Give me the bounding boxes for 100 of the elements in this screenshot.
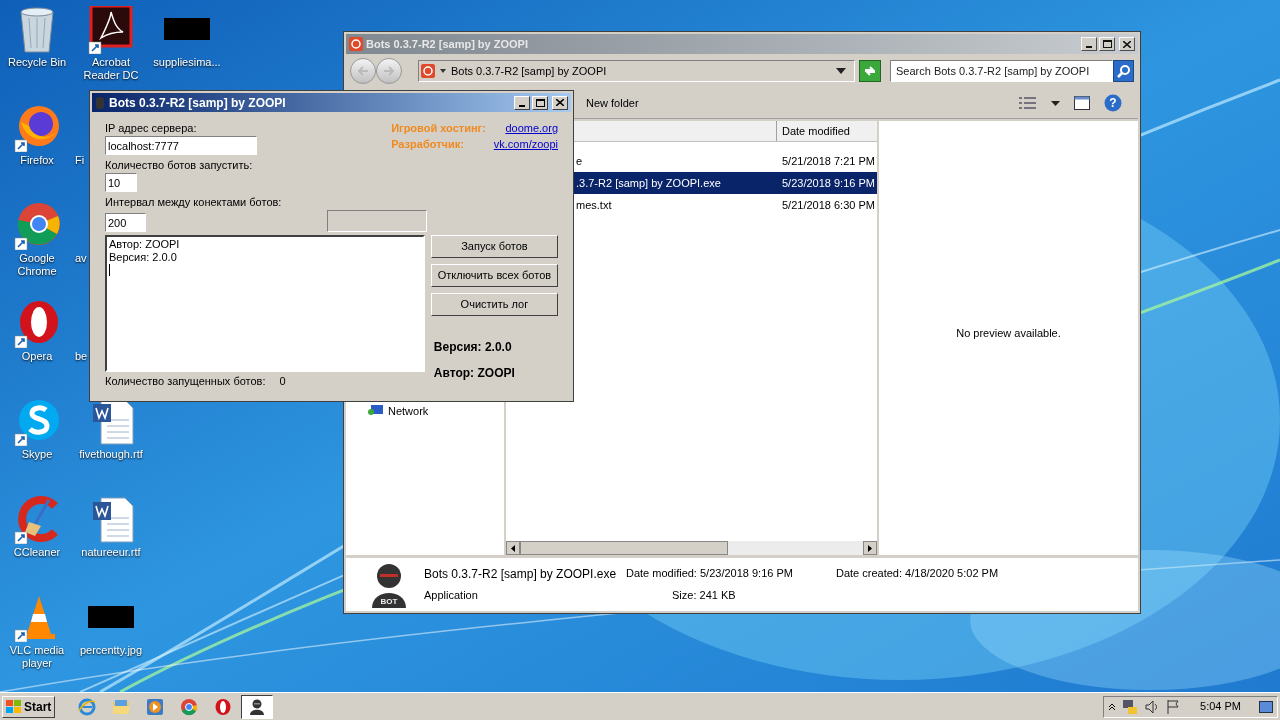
column-header[interactable]: Date modified	[777, 121, 877, 141]
network-computer-icon	[368, 403, 384, 418]
scroll-left-button[interactable]	[506, 541, 520, 555]
desktop-icon-label[interactable]: Fi	[75, 154, 85, 167]
close-button[interactable]	[1119, 37, 1135, 51]
credit-label: Разработчик:	[391, 137, 465, 152]
redacted-thumbnail	[164, 18, 210, 40]
desktop-icon-label[interactable]: Recycle Bin	[7, 56, 67, 69]
file-name: .3.7-R2 [samp] by ZOOPI.exe	[575, 175, 722, 191]
start-button[interactable]: Start	[2, 695, 56, 718]
new-folder-button[interactable]: New folder	[586, 94, 639, 112]
desktop-icon-label[interactable]: fivethough.rtf	[79, 448, 143, 461]
search-field[interactable]: Search Bots 0.3.7-R2 [samp] by ZOOPI	[890, 60, 1113, 82]
right-arrow-icon	[868, 544, 872, 552]
window-title: Bots 0.3.7-R2 [samp] by ZOOPI	[366, 36, 529, 52]
file-name: Bots 0.3.7-R2 [samp] by ZOOPI.exe	[424, 566, 618, 584]
letter-o-icon	[13, 300, 61, 348]
search-button[interactable]	[1113, 60, 1134, 82]
minimize-button[interactable]	[1081, 37, 1097, 51]
field-label: IP адрес сервера:	[105, 121, 198, 136]
taskbar-button[interactable]	[241, 694, 274, 719]
field-label: Интервал между конектами ботов:	[105, 195, 283, 210]
text-cursor	[109, 264, 110, 276]
forward-arrow-icon	[383, 66, 395, 76]
file-name: mes.txt	[575, 197, 613, 213]
search-icon	[1116, 64, 1131, 78]
close-button[interactable]	[552, 95, 568, 110]
desktop-icon-label[interactable]: suppliesima...	[153, 56, 221, 69]
action-button[interactable]: Очистить лог	[430, 293, 558, 316]
info-text: Версия: 2.0.0	[433, 339, 513, 356]
maximize-icon	[1102, 40, 1112, 48]
credit-link[interactable]: doome.org	[493, 120, 558, 136]
running-bots-label: Количество запущенных ботов:	[105, 374, 266, 389]
minimize-icon	[519, 104, 525, 107]
file-date: 5/23/2018 9:16 PM	[781, 175, 875, 191]
input-field[interactable]: 10	[105, 173, 137, 192]
minimize-icon	[1086, 46, 1092, 48]
close-icon	[556, 99, 564, 106]
preview-message: No preview available.	[956, 325, 1061, 341]
desktop-icon-label[interactable]: Firefox	[20, 154, 54, 167]
file-size: Size: 241 KB	[671, 588, 737, 604]
refresh-button[interactable]	[859, 60, 881, 82]
scroll-thumb[interactable]	[520, 541, 728, 555]
running-bots-count: 0	[279, 374, 286, 389]
maximize-button[interactable]	[1099, 37, 1115, 51]
help-icon[interactable]: ?	[1104, 94, 1122, 112]
created-date: Date created: 4/18/2020 5:02 PM	[836, 566, 999, 582]
log-area[interactable]: Автор: ZOOPI Версия: 2.0.0	[105, 235, 425, 372]
folder-icon	[112, 697, 131, 716]
modified-date: Date modified: 5/23/2018 9:16 PM	[626, 566, 794, 582]
action-button[interactable]: Запуск ботов	[430, 235, 558, 258]
recycle-bin-icon	[17, 6, 57, 54]
show-desktop-button[interactable]	[1259, 700, 1273, 713]
file-date: 5/21/2018 7:21 PM	[781, 153, 875, 169]
desktop-icon-label[interactable]: Skype	[21, 448, 53, 461]
chevron-up-icon[interactable]	[1108, 702, 1117, 711]
log-line: Автор: ZOOPI	[109, 238, 180, 251]
broom-c-icon	[13, 496, 61, 544]
window-title: Bots 0.3.7-R2 [samp] by ZOOPI	[109, 94, 287, 112]
ring-logo-icon	[13, 202, 61, 250]
app-icon	[421, 64, 435, 78]
log-line: Версия: 2.0.0	[109, 251, 177, 264]
dropdown-caret-icon[interactable]	[1051, 100, 1060, 106]
back-arrow-icon	[357, 66, 369, 76]
minimize-button[interactable]	[514, 95, 530, 110]
info-text: Автор: ZOOPI	[433, 365, 516, 382]
app-icon	[349, 37, 363, 51]
input-field[interactable]: 200	[105, 213, 146, 232]
skype-s-icon	[13, 398, 61, 446]
play-icon	[146, 697, 165, 716]
redacted-thumbnail	[88, 606, 134, 628]
address-text: Bots 0.3.7-R2 [samp] by ZOOPI	[451, 63, 608, 79]
address-bar[interactable]: Bots 0.3.7-R2 [samp] by ZOOPI	[418, 60, 856, 82]
desktop-icon-label[interactable]: av	[75, 252, 87, 265]
credit-link[interactable]: vk.com/zoopi	[493, 136, 558, 152]
input-field[interactable]: localhost:7777	[105, 136, 257, 155]
left-arrow-icon	[511, 544, 515, 552]
desktop-icon-label[interactable]: CCleaner	[13, 546, 61, 559]
letter-o-icon	[214, 697, 233, 716]
maximize-button[interactable]	[532, 95, 548, 110]
file-type: Application	[424, 588, 479, 604]
action-button[interactable]: Отключить всех ботов	[430, 264, 558, 287]
nav-item[interactable]: Network	[388, 402, 429, 419]
ring-logo-icon	[180, 697, 199, 716]
view-list-icon[interactable]	[1019, 97, 1037, 109]
desktop-icon-label[interactable]: be	[75, 350, 88, 363]
credit-label: Игровой хостинг:	[391, 121, 486, 136]
close-icon	[1123, 40, 1131, 48]
caret-icon	[439, 68, 447, 74]
pdf-app-icon	[87, 6, 135, 54]
preview-pane-icon[interactable]	[1074, 96, 1090, 110]
network-icon[interactable]	[1122, 698, 1139, 715]
dropdown-caret-icon	[836, 68, 847, 74]
clock[interactable]: 5:04 PM	[1200, 698, 1241, 715]
flag-icon[interactable]	[1166, 698, 1181, 715]
desktop-icon-label[interactable]: Opera	[21, 350, 53, 363]
desktop-icon-label[interactable]: Acrobat Reader DC	[74, 56, 148, 82]
refresh-arrows-icon	[863, 65, 878, 77]
scroll-right-button[interactable]	[863, 541, 877, 555]
desktop-icon-label[interactable]: Google Chrome	[0, 252, 74, 278]
